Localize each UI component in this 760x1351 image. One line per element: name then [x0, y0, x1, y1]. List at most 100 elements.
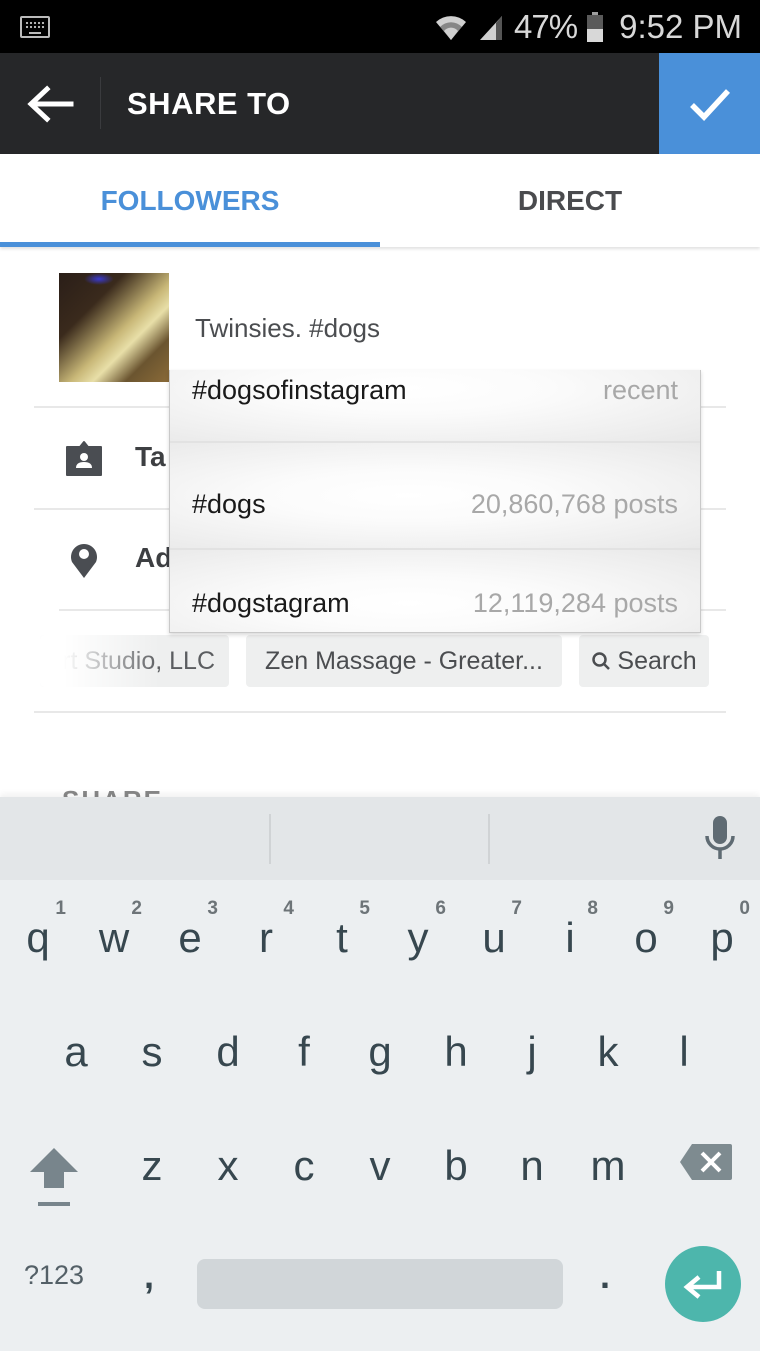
search-label: Search	[617, 646, 697, 675]
key-char: h	[444, 1028, 468, 1075]
key-char: a	[64, 1028, 88, 1075]
key-t[interactable]: 5t	[304, 884, 380, 984]
key-n[interactable]: n	[494, 1118, 570, 1218]
key-char: v	[369, 1142, 391, 1189]
clock: 9:52 PM	[619, 8, 742, 45]
wifi-icon	[436, 16, 467, 40]
microphone-icon[interactable]	[700, 814, 740, 864]
key-char: s	[141, 1028, 163, 1075]
location-pin-icon	[71, 544, 97, 578]
keyboard-row-3: z x c v b nm	[0, 1118, 760, 1218]
key-char: l	[679, 1028, 689, 1075]
key-y[interactable]: 6y	[380, 884, 456, 984]
header-divider	[100, 77, 101, 129]
arrow-left-icon	[27, 84, 74, 123]
hashtag-suggestion[interactable]: #dogstagram 12,119,284 posts	[170, 550, 700, 632]
key-q[interactable]: 1q	[0, 884, 76, 984]
shift-icon[interactable]	[20, 1136, 88, 1216]
backspace-icon[interactable]	[678, 1142, 734, 1182]
key-char: e	[178, 914, 202, 961]
key-char: c	[293, 1142, 315, 1189]
key-u[interactable]: 7u	[456, 884, 532, 984]
active-tab-indicator	[0, 242, 380, 247]
soft-keyboard: 1q2w3e4r5t6y7u8i9o0p a s d f g h j k l z x c v b nm ?…	[0, 797, 760, 1351]
key-char: q	[26, 914, 50, 961]
search-icon	[592, 652, 611, 670]
key-char: i	[565, 914, 575, 961]
key-char: m	[590, 1142, 626, 1189]
key-char: b	[444, 1142, 468, 1189]
key-char: f	[298, 1028, 310, 1075]
location-chip[interactable]: rt Studio, LLC	[40, 635, 229, 687]
enter-key[interactable]	[665, 1246, 741, 1322]
caption-input[interactable]: Twinsies. #dogs	[195, 313, 380, 344]
key-r[interactable]: 4r	[228, 884, 304, 984]
status-bar: 47% 9:52 PM	[0, 0, 760, 53]
key-char: u	[482, 914, 506, 961]
key-c[interactable]: c	[266, 1118, 342, 1218]
key-char: r	[259, 914, 273, 961]
key-char: n	[520, 1142, 544, 1189]
key-char: o	[634, 914, 658, 961]
hashtag-meta: 20,860,768 posts	[470, 489, 678, 519]
comma-key[interactable]: ,	[144, 1255, 154, 1297]
suggestion-divider	[269, 814, 271, 864]
hashtag-name: #dogs	[192, 489, 266, 519]
key-k[interactable]: k	[570, 1000, 646, 1100]
suggestion-strip	[0, 797, 760, 880]
app-header: SHARE TO	[0, 53, 760, 154]
key-o[interactable]: 9o	[608, 884, 684, 984]
key-z[interactable]: z	[114, 1118, 190, 1218]
key-h[interactable]: h	[418, 1000, 494, 1100]
keyboard-row-2: asdfghjkl	[0, 1000, 760, 1100]
tab-direct[interactable]: DIRECT	[380, 154, 760, 247]
hashtag-suggestion[interactable]: #dogsofinstagram recent	[170, 370, 700, 443]
page-title: SHARE TO	[127, 86, 291, 121]
key-char: w	[98, 914, 130, 961]
space-bar[interactable]	[197, 1259, 563, 1309]
tab-followers[interactable]: FOLLOWERS	[0, 154, 380, 247]
key-char: k	[597, 1028, 619, 1075]
key-char: g	[368, 1028, 392, 1075]
key-l[interactable]: l	[646, 1000, 722, 1100]
symbols-key[interactable]: ?123	[24, 1260, 84, 1291]
divider	[34, 711, 726, 713]
location-chip[interactable]: Zen Massage - Greater...	[246, 635, 562, 687]
key-d[interactable]: d	[190, 1000, 266, 1100]
key-a[interactable]: a	[38, 1000, 114, 1100]
key-f[interactable]: f	[266, 1000, 342, 1100]
share-tabs: FOLLOWERS DIRECT	[0, 154, 760, 247]
hashtag-name: #dogstagram	[192, 588, 350, 618]
battery-percent: 47%	[514, 8, 578, 45]
hashtag-meta: 12,119,284 posts	[472, 588, 678, 618]
location-search-button[interactable]: Search	[579, 635, 709, 687]
location-suggestions: rt Studio, LLC Zen Massage - Greater... …	[0, 635, 760, 687]
key-b[interactable]: b	[418, 1118, 494, 1218]
key-v[interactable]: v	[342, 1118, 418, 1218]
key-j[interactable]: j	[494, 1000, 570, 1100]
battery-icon	[587, 12, 604, 42]
back-button[interactable]	[0, 53, 100, 154]
hashtag-suggestion[interactable]: #dogs 20,860,768 posts	[170, 443, 700, 550]
cellular-signal-icon	[480, 16, 503, 40]
keyboard-row-1: 1q2w3e4r5t6y7u8i9o0p	[0, 884, 760, 984]
confirm-share-button[interactable]	[659, 53, 760, 154]
suggestion-divider	[488, 814, 490, 864]
key-m[interactable]: m	[570, 1118, 646, 1218]
key-g[interactable]: g	[342, 1000, 418, 1100]
period-key[interactable]: .	[600, 1255, 610, 1297]
key-char: d	[216, 1028, 240, 1075]
checkmark-icon	[689, 88, 730, 121]
key-x[interactable]: x	[190, 1118, 266, 1218]
tag-person-icon	[66, 441, 102, 476]
key-w[interactable]: 2w	[76, 884, 152, 984]
key-s[interactable]: s	[114, 1000, 190, 1100]
key-p[interactable]: 0p	[684, 884, 760, 984]
key-char: x	[217, 1142, 239, 1189]
add-location-label: Ad	[135, 542, 173, 573]
tag-people-label: Ta	[135, 441, 166, 472]
key-i[interactable]: 8i	[532, 884, 608, 984]
enter-icon	[683, 1271, 722, 1299]
key-char: j	[527, 1028, 537, 1075]
key-e[interactable]: 3e	[152, 884, 228, 984]
